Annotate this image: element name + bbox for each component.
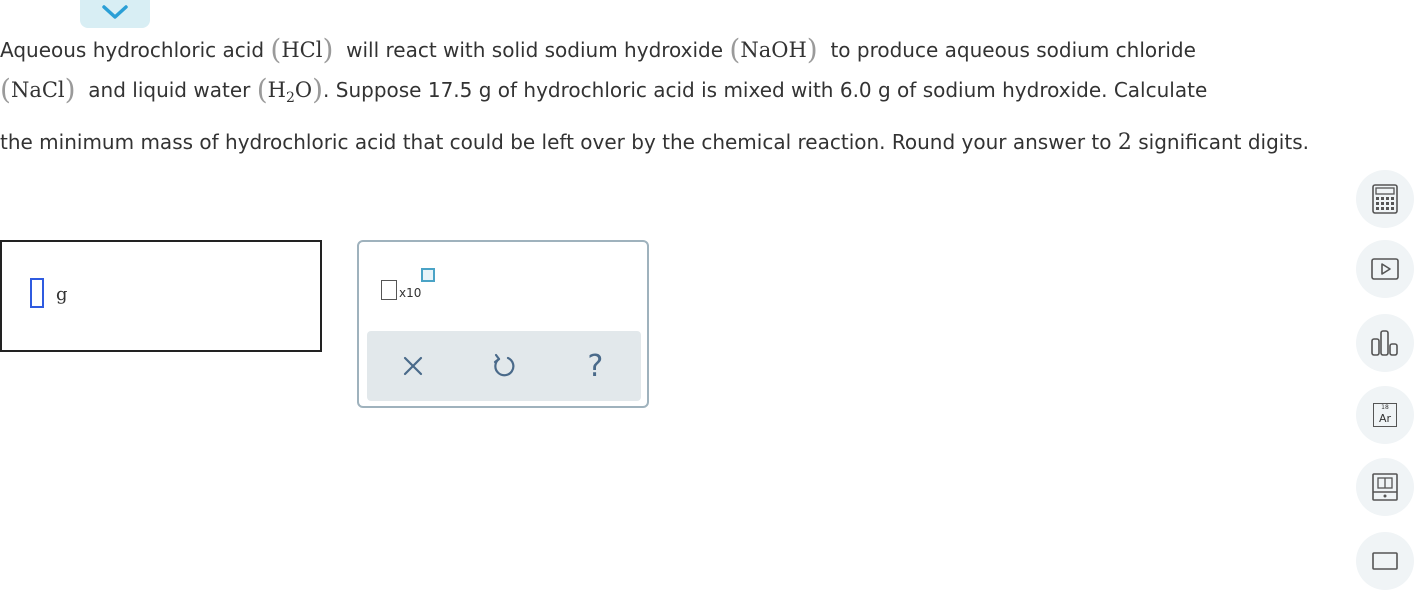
question-text-segment: to produce aqueous sodium chloride xyxy=(830,38,1196,62)
x10-base-box xyxy=(381,280,397,300)
formula-naoh: (NaOH) xyxy=(729,33,818,66)
help-icon: ? xyxy=(587,348,604,384)
question-text-segment: Aqueous hydrochloric acid xyxy=(0,38,265,62)
chevron-down-icon xyxy=(102,5,128,19)
collapse-chevron-button[interactable] xyxy=(80,0,150,28)
question-line-1: Aqueous hydrochloric acid (HCl) will rea… xyxy=(0,30,1405,70)
answer-input-field[interactable] xyxy=(30,278,44,308)
help-button[interactable]: ? xyxy=(570,341,620,391)
undo-icon xyxy=(493,353,515,377)
question-text-segment: will react with solid sodium hydroxide xyxy=(346,38,724,62)
undo-button[interactable] xyxy=(479,341,529,391)
scientific-notation-button[interactable]: x10 xyxy=(381,268,441,306)
periodic-atomic-number: 18 xyxy=(1381,404,1389,411)
palette-action-bar: ? xyxy=(367,331,641,401)
data-chart-button[interactable] xyxy=(1356,314,1414,372)
question-line-3: the minimum mass of hydrochloric acid th… xyxy=(0,126,1405,159)
x10-exponent-box xyxy=(421,268,435,282)
significant-digits-value: 2 xyxy=(1117,130,1132,155)
answer-input-box[interactable]: g xyxy=(0,240,322,352)
question-text-segment: the minimum mass of hydrochloric acid th… xyxy=(0,130,1112,154)
bar-chart-icon xyxy=(1371,330,1398,356)
formula-nacl: (NaCl) xyxy=(0,73,76,106)
calculator-button[interactable] xyxy=(1356,170,1414,228)
play-video-icon xyxy=(1371,258,1399,280)
video-button[interactable] xyxy=(1356,240,1414,298)
additional-tool-button[interactable] xyxy=(1356,532,1414,590)
unit-label: g xyxy=(56,284,68,305)
question-line-2: (NaCl) and liquid water (H2O). Suppose 1… xyxy=(0,70,1405,118)
reference-book-icon xyxy=(1372,473,1398,501)
clear-button[interactable] xyxy=(388,341,438,391)
question-text-segment: and liquid water xyxy=(88,78,251,102)
formula-hcl: (HCl) xyxy=(270,33,334,66)
question-text: Aqueous hydrochloric acid (HCl) will rea… xyxy=(0,30,1405,159)
reference-book-button[interactable] xyxy=(1356,458,1414,516)
close-icon xyxy=(403,356,422,376)
question-text-segment: . Suppose 17.5 g of hydrochloric acid is… xyxy=(323,78,1208,102)
math-palette: x10 ? xyxy=(357,240,649,408)
periodic-element-symbol: Ar xyxy=(1378,412,1392,425)
calculator-icon xyxy=(1372,184,1398,214)
formula-h2o: (H2O) xyxy=(256,73,324,106)
periodic-table-button[interactable]: 18 Ar xyxy=(1356,386,1414,444)
tool-icon xyxy=(1372,552,1398,570)
x10-label: x10 xyxy=(399,286,422,300)
periodic-table-icon: 18 Ar xyxy=(1373,403,1397,427)
question-text-segment: significant digits. xyxy=(1138,130,1309,154)
